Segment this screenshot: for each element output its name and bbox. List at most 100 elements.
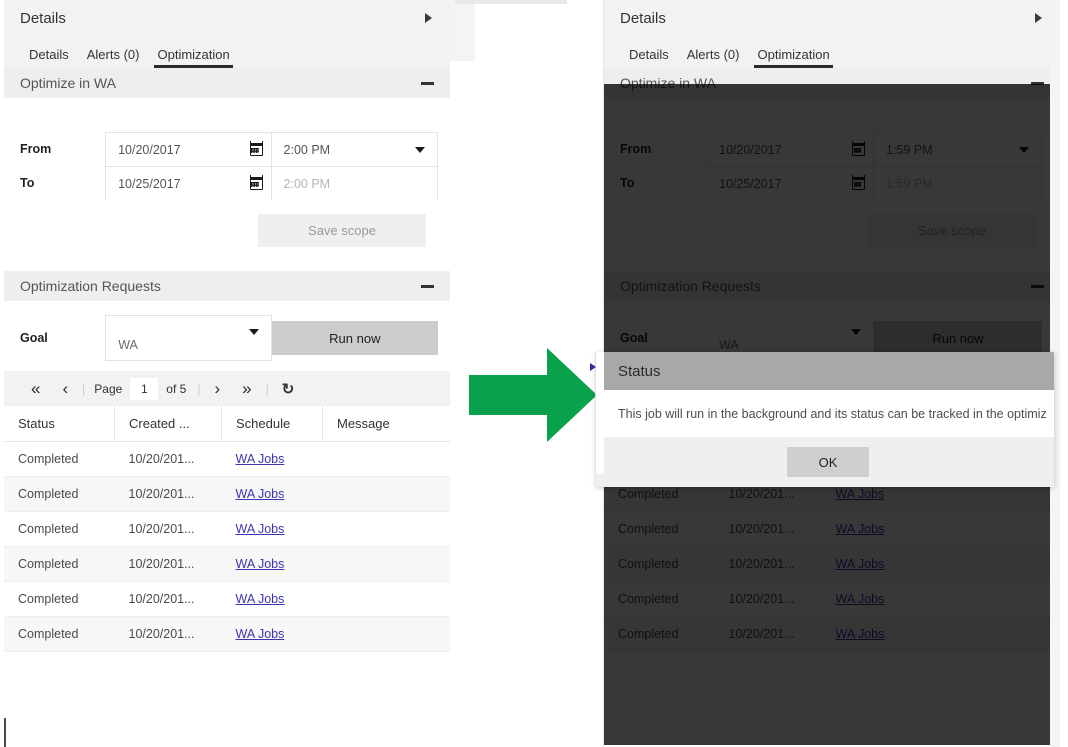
cell-schedule: WA Jobs — [222, 582, 323, 617]
from-date-input[interactable]: 10/20/2017 — [105, 132, 271, 166]
cell-status: Completed — [604, 582, 715, 617]
from-label: From — [20, 132, 105, 166]
cell-schedule: WA Jobs — [822, 547, 923, 582]
cell-status: Completed — [4, 477, 115, 512]
cell-message — [323, 512, 451, 547]
table-row[interactable]: Completed 10/20/201... WA Jobs — [604, 512, 1060, 547]
table-row[interactable]: Completed 10/20/201... WA Jobs — [4, 617, 450, 652]
tab-details[interactable]: Details — [20, 48, 78, 68]
schedule-link[interactable]: WA Jobs — [836, 592, 885, 606]
cell-schedule: WA Jobs — [222, 617, 323, 652]
dialog-title-bar: Status — [596, 352, 1054, 390]
schedule-link[interactable]: WA Jobs — [236, 487, 285, 501]
run-now-button[interactable]: Run now — [272, 321, 438, 355]
goal-label: Goal — [20, 331, 105, 345]
save-scope-button[interactable]: Save scope — [258, 214, 426, 247]
to-date-value: 10/25/2017 — [118, 177, 249, 191]
column-header-status[interactable]: Status — [4, 406, 115, 442]
cell-message — [323, 582, 451, 617]
table-header-row: Status Created ... Schedule Message — [4, 406, 450, 442]
column-header-message[interactable]: Message — [323, 406, 451, 442]
first-page-icon[interactable]: « — [20, 380, 51, 397]
schedule-link[interactable]: WA Jobs — [236, 557, 285, 571]
cell-status: Completed — [4, 512, 115, 547]
cell-status: Completed — [604, 512, 715, 547]
triangle-right-icon[interactable] — [425, 13, 432, 23]
to-date-input[interactable]: 10/25/2017 — [105, 166, 271, 200]
schedule-link[interactable]: WA Jobs — [236, 592, 285, 606]
vertical-scrollbar-left[interactable] — [4, 718, 6, 747]
cell-created: 10/20/201... — [115, 477, 222, 512]
section-title: Optimization Requests — [620, 278, 1031, 294]
calendar-icon[interactable] — [852, 177, 865, 190]
from-time-value: 1:59 PM — [886, 143, 1019, 157]
cell-schedule: WA Jobs — [222, 512, 323, 547]
goal-select[interactable]: WA — [105, 315, 271, 361]
tab-details[interactable]: Details — [620, 48, 678, 68]
run-now-button[interactable]: Run now — [874, 321, 1042, 355]
to-row: To 10/25/2017 1:59 PM — [620, 166, 1048, 200]
cell-message — [323, 477, 451, 512]
tab-alerts[interactable]: Alerts (0) — [78, 48, 149, 68]
table-row[interactable]: Completed 10/20/201... WA Jobs — [4, 512, 450, 547]
tab-alerts[interactable]: Alerts (0) — [678, 48, 749, 68]
table-row[interactable]: Completed 10/20/201... WA Jobs — [4, 582, 450, 617]
minus-icon[interactable] — [1031, 285, 1044, 288]
table-row[interactable]: Completed 10/20/201... WA Jobs — [604, 617, 1060, 652]
schedule-link[interactable]: WA Jobs — [236, 627, 285, 641]
next-page-icon[interactable]: › — [203, 380, 231, 397]
page-count-label: of 5 — [158, 382, 194, 396]
minus-icon[interactable] — [421, 285, 434, 288]
divider: | — [263, 382, 272, 396]
from-time-select[interactable]: 2:00 PM — [272, 132, 438, 166]
table-row[interactable]: Completed 10/20/201... WA Jobs — [604, 582, 1060, 617]
table-row[interactable]: Completed 10/20/201... WA Jobs — [4, 547, 450, 582]
dialog-title: Status — [618, 363, 661, 380]
from-date-input[interactable]: 10/20/2017 — [706, 132, 874, 166]
goal-row: Goal WA Run now — [4, 301, 450, 371]
schedule-link[interactable]: WA Jobs — [236, 452, 285, 466]
refresh-icon[interactable]: ↻ — [272, 380, 305, 398]
to-date-input[interactable]: 10/25/2017 — [706, 166, 874, 200]
triangle-right-icon[interactable] — [1035, 13, 1042, 23]
chevron-down-icon[interactable] — [415, 147, 425, 153]
table-row[interactable]: Completed 10/20/201... WA Jobs — [4, 477, 450, 512]
calendar-icon[interactable] — [250, 143, 263, 156]
chevron-down-icon[interactable] — [851, 329, 861, 335]
minus-icon[interactable] — [1031, 82, 1044, 85]
cell-schedule: WA Jobs — [822, 617, 923, 652]
last-page-icon[interactable]: » — [231, 380, 262, 397]
schedule-link[interactable]: WA Jobs — [836, 522, 885, 536]
calendar-icon[interactable] — [852, 143, 865, 156]
table-row[interactable]: Completed 10/20/201... WA Jobs — [4, 442, 450, 477]
column-header-schedule[interactable]: Schedule — [222, 406, 323, 442]
triangle-right-icon[interactable] — [590, 363, 596, 371]
to-time-select[interactable]: 2:00 PM — [272, 166, 438, 200]
scope-form: From 10/20/2017 2:00 PM To 10/25/2017 2:… — [4, 98, 450, 253]
cell-schedule: WA Jobs — [222, 442, 323, 477]
cell-schedule: WA Jobs — [822, 512, 923, 547]
tab-optimization[interactable]: Optimization — [148, 48, 238, 68]
schedule-link[interactable]: WA Jobs — [236, 522, 285, 536]
chevron-down-icon[interactable] — [249, 329, 259, 335]
chevron-down-icon[interactable] — [1019, 147, 1029, 153]
schedule-link[interactable]: WA Jobs — [836, 557, 885, 571]
tab-optimization[interactable]: Optimization — [748, 48, 838, 68]
cell-created: 10/20/201... — [115, 617, 222, 652]
page-number-input[interactable]: 1 — [130, 378, 158, 400]
optimization-requests-table: Status Created ... Schedule Message Comp… — [4, 406, 450, 652]
ok-button[interactable]: OK — [787, 447, 869, 477]
calendar-icon[interactable] — [250, 177, 263, 190]
schedule-link[interactable]: WA Jobs — [836, 487, 885, 501]
column-header-created[interactable]: Created ... — [115, 406, 222, 442]
schedule-link[interactable]: WA Jobs — [836, 627, 885, 641]
table-row[interactable]: Completed 10/20/201... WA Jobs — [604, 547, 1060, 582]
goal-label: Goal — [620, 331, 706, 345]
from-time-select[interactable]: 1:59 PM — [874, 132, 1042, 166]
save-scope-button[interactable]: Save scope — [868, 214, 1036, 247]
to-time-select[interactable]: 1:59 PM — [874, 166, 1042, 200]
prev-page-icon[interactable]: ‹ — [51, 380, 79, 397]
minus-icon[interactable] — [421, 82, 434, 85]
tab-bar: Details Alerts (0) Optimization — [604, 36, 1060, 68]
to-time-value: 2:00 PM — [284, 177, 425, 191]
